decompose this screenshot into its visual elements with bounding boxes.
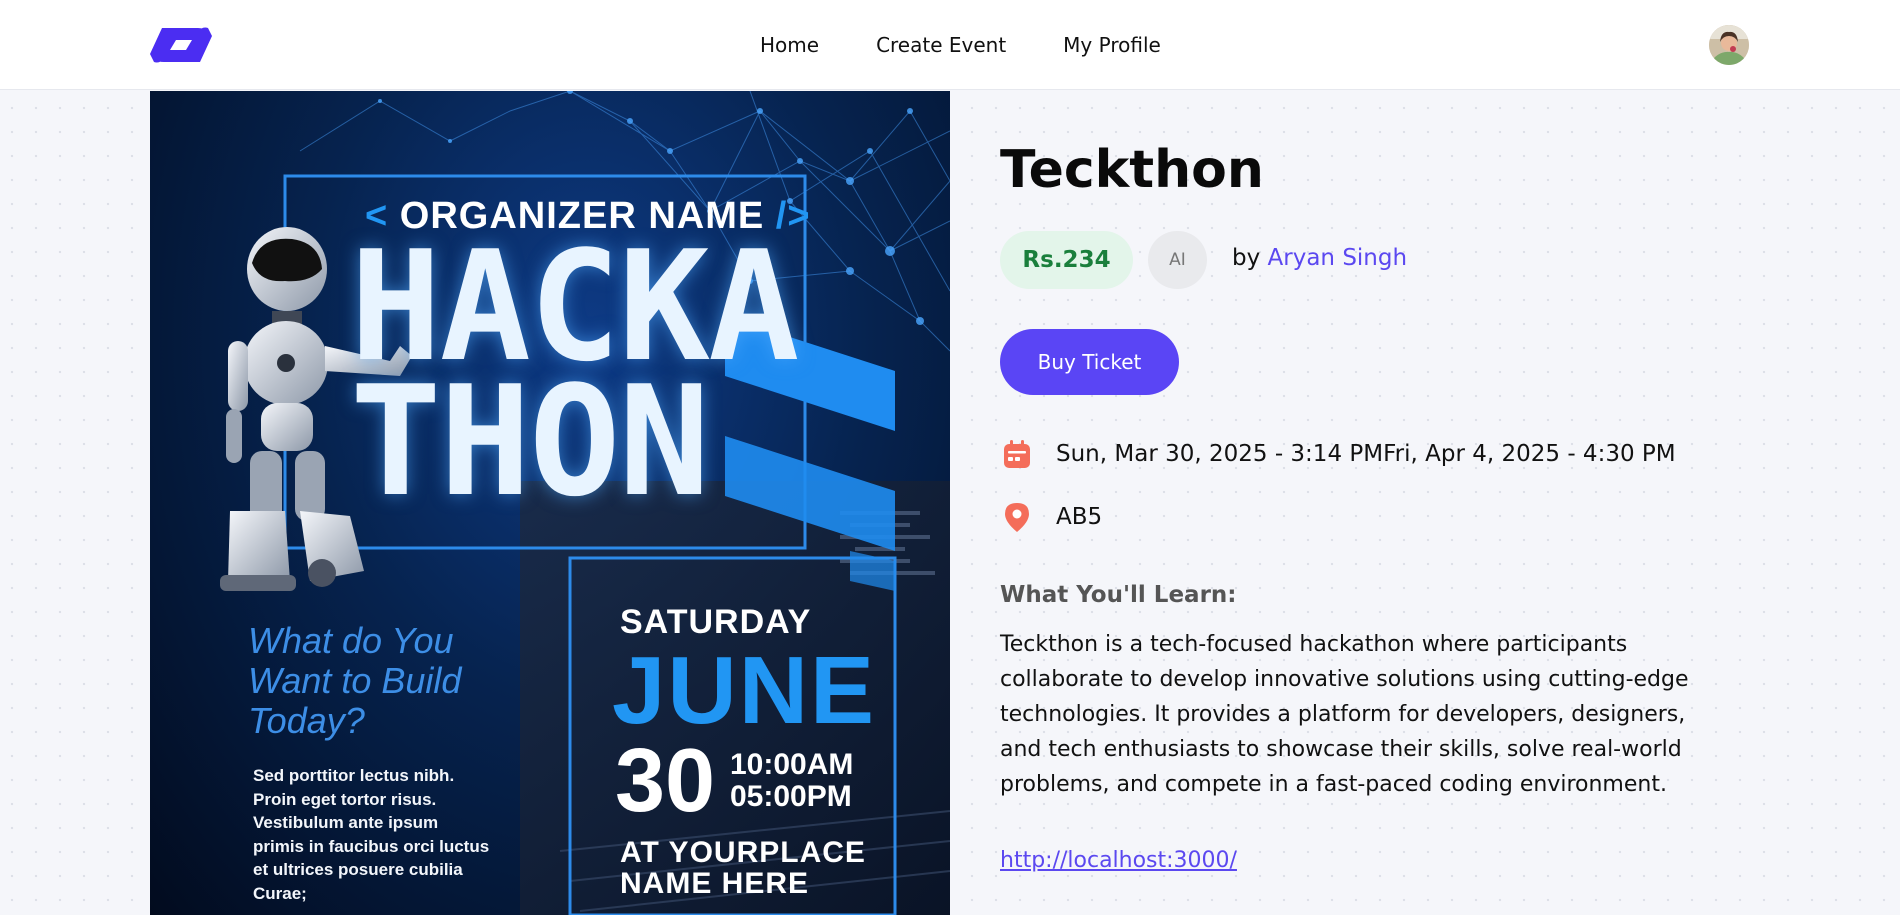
nav-home-link[interactable]: Home (760, 33, 819, 57)
poster-date: 30 (615, 731, 716, 831)
event-datetime: Sun, Mar 30, 2025 - 3:14 PMFri, Apr 4, 2… (1056, 441, 1676, 467)
nav-my-profile-link[interactable]: My Profile (1063, 33, 1161, 57)
category-badge: AI (1148, 231, 1207, 289)
poster-question: What do You Want to Build Today? (248, 620, 462, 741)
nav-create-event-link[interactable]: Create Event (876, 33, 1006, 57)
event-url-link[interactable]: http://localhost:3000/ (1000, 848, 1237, 873)
poster-month: JUNE (612, 637, 877, 744)
event-poster-image: < ORGANIZER NAME /> HACKA THON What do Y… (150, 91, 950, 915)
navbar: Home Create Event My Profile (0, 0, 1900, 90)
price-badge: Rs.234 (1000, 231, 1133, 289)
organizer-name-link[interactable]: Aryan Singh (1268, 245, 1408, 271)
event-description: Teckthon is a tech-focused hackathon whe… (1000, 632, 1689, 797)
buy-ticket-button[interactable]: Buy Ticket (1000, 329, 1179, 395)
calendar-icon (1000, 437, 1034, 471)
poster-place: AT YOURPLACE NAME HERE (620, 836, 866, 900)
poster-times: 10:00AM 05:00PM (730, 748, 854, 813)
event-date-row: Sun, Mar 30, 2025 - 3:14 PMFri, Apr 4, 2… (1000, 437, 1676, 471)
user-avatar[interactable] (1709, 25, 1749, 65)
app-logo[interactable] (148, 24, 214, 66)
event-location-row: AB5 (1000, 500, 1102, 534)
event-location: AB5 (1056, 504, 1103, 530)
learn-heading: What You'll Learn: (1000, 582, 1237, 608)
main-nav: Home Create Event My Profile (760, 0, 1161, 90)
location-pin-icon (1000, 500, 1034, 534)
poster-title: HACKA THON (350, 218, 800, 530)
organizer-line: by Aryan Singh (1232, 245, 1407, 271)
event-title: Teckthon (1000, 140, 1264, 200)
poster-body-text: Sed porttitor lectus nibh. Proin eget to… (253, 766, 490, 903)
by-label: by (1232, 245, 1261, 271)
